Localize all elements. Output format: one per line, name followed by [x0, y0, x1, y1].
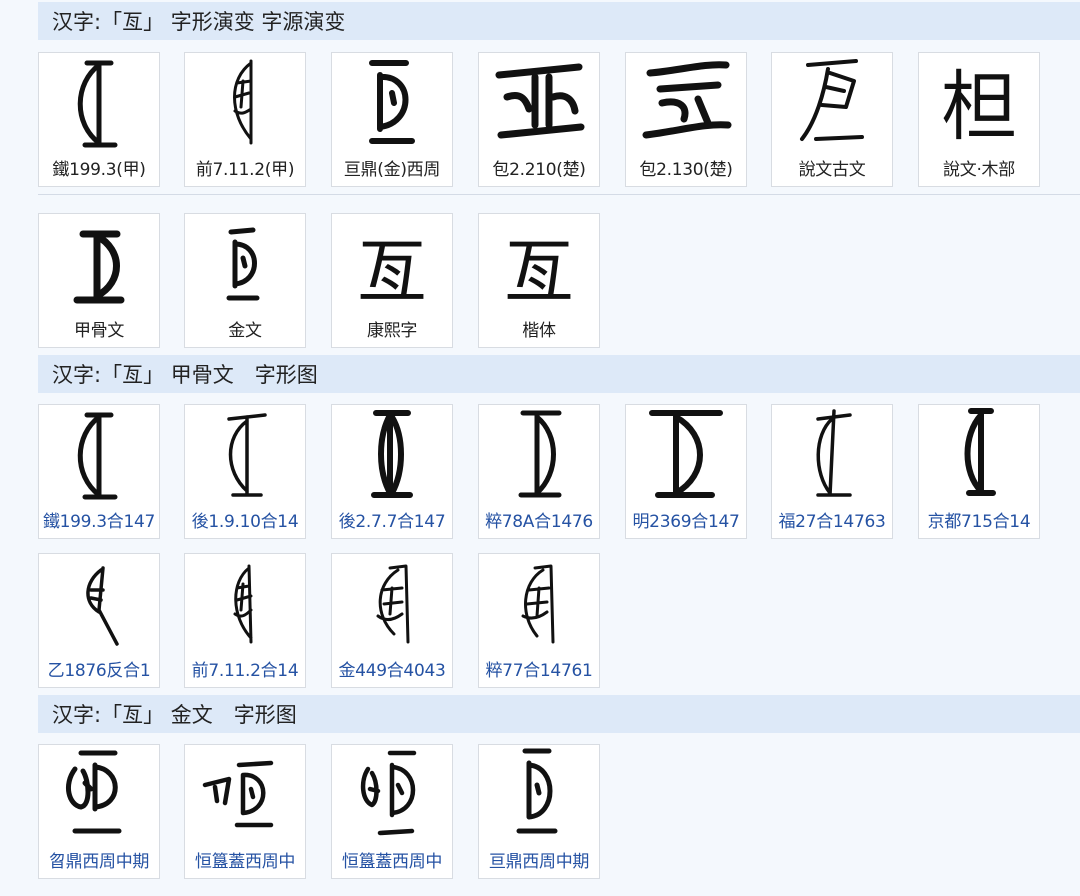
glyph-tile[interactable]: 甲骨文 [38, 213, 160, 348]
glyph-link-label[interactable]: 鐵199.3合147 [39, 507, 159, 532]
glyph-label: 康熙字 [366, 321, 418, 341]
glyph-tile[interactable]: 柦 說文‧木部 [918, 52, 1040, 187]
glyph-tile[interactable]: 亙 楷体 [478, 213, 600, 348]
chu-glyph-image [626, 53, 746, 153]
svg-text:亙: 亙 [504, 231, 574, 313]
glyph-label: 說文古文 [798, 160, 866, 180]
glyph-tile[interactable]: 金449合4043 [331, 553, 453, 688]
glyph-label: 金文 [228, 321, 262, 341]
glyph-tile[interactable]: 後1.9.10合14 [184, 404, 306, 539]
oracle-glyph-image [39, 53, 159, 153]
oracle-glyph-image [479, 554, 599, 654]
glyph-tile[interactable]: 亘鼎西周中期 [478, 744, 600, 879]
oracle-glyph-image [626, 405, 746, 505]
bronze-glyph-image [39, 745, 159, 845]
glyph-link-label[interactable]: 曶鼎西周中期 [39, 847, 159, 872]
glyph-label: 前7.11.2(甲) [195, 160, 295, 180]
glyph-label: 楷体 [522, 321, 556, 341]
glyph-tile[interactable]: 鐵199.3(甲) [38, 52, 160, 187]
glyph-tile[interactable]: 包2.130(楚) [625, 52, 747, 187]
glyph-label: 甲骨文 [73, 321, 125, 341]
glyph-label: 說文‧木部 [943, 160, 1015, 180]
bronze-glyph-image [332, 53, 452, 153]
glyph-tile[interactable]: 乙1876反合1 [38, 553, 160, 688]
oracle-glyph-image [185, 554, 305, 654]
glyph-link-label[interactable]: 明2369合147 [626, 507, 746, 532]
glyph-tile[interactable]: 說文古文 [771, 52, 893, 187]
oracle-glyph-image [185, 405, 305, 505]
glyph-tile[interactable]: 鐵199.3合147 [38, 404, 160, 539]
glyph-link-label[interactable]: 金449合4043 [332, 656, 452, 681]
bronze-glyph-image [479, 745, 599, 845]
oracle-glyph-image [772, 405, 892, 505]
section-title: 汉字:「亙」 甲骨文 字形图 [52, 363, 318, 387]
oracle-glyph-image [332, 554, 452, 654]
glyph-link-label[interactable]: 福27合14763 [772, 507, 892, 532]
glyph-tile[interactable]: 恒簋蓋西周中 [331, 744, 453, 879]
section-header-bronze: 汉字:「亙」 金文 字形图 [38, 695, 1080, 733]
glyph-tile[interactable]: 亙 康熙字 [331, 213, 453, 348]
chu-glyph-image [479, 53, 599, 153]
glyph-tile[interactable]: 福27合14763 [771, 404, 893, 539]
glyph-link-label[interactable]: 恒簋蓋西周中 [332, 847, 452, 872]
glyph-label: 鐵199.3(甲) [52, 160, 146, 180]
oracle-glyph-image [185, 53, 305, 153]
glyph-tile[interactable]: 亘鼎(金)西周 [331, 52, 453, 187]
section-title: 汉字:「亙」 字形演变 字源演变 [52, 10, 346, 34]
oracle-glyph-image [39, 554, 159, 654]
svg-text:亙: 亙 [357, 231, 427, 313]
glyph-tile[interactable]: 曶鼎西周中期 [38, 744, 160, 879]
glyph-link-label[interactable]: 後1.9.10合14 [185, 507, 305, 532]
bronze-glyph-image [332, 745, 452, 845]
glyph-label: 包2.210(楚) [492, 160, 586, 180]
glyph-link-label[interactable]: 亘鼎西周中期 [479, 847, 599, 872]
glyph-link-label[interactable]: 乙1876反合1 [39, 656, 159, 681]
glyph-tile[interactable]: 前7.11.2合14 [184, 553, 306, 688]
glyph-label: 包2.130(楚) [639, 160, 733, 180]
oracle-glyph-image [919, 405, 1039, 505]
glyph-link-label[interactable]: 前7.11.2合14 [185, 656, 305, 681]
row-divider [38, 194, 1080, 195]
section-header-oracle: 汉字:「亙」 甲骨文 字形图 [38, 355, 1080, 393]
glyph-tile[interactable]: 恒簋蓋西周中 [184, 744, 306, 879]
glyph-link-label[interactable]: 後2.7.7合147 [332, 507, 452, 532]
glyph-tile[interactable]: 包2.210(楚) [478, 52, 600, 187]
glyph-link-label[interactable]: 恒簋蓋西周中 [185, 847, 305, 872]
glyph-link-label[interactable]: 粹78A合1476 [479, 507, 599, 532]
section-title: 汉字:「亙」 金文 字形图 [52, 703, 297, 727]
svg-text:柦: 柦 [941, 62, 1017, 151]
glyph-tile[interactable]: 明2369合147 [625, 404, 747, 539]
oracle-glyph-image [39, 214, 159, 314]
glyph-tile[interactable]: 粹77合14761 [478, 553, 600, 688]
shuowen-guwen-glyph-image [772, 53, 892, 153]
glyph-tile[interactable]: 後2.7.7合147 [331, 404, 453, 539]
glyph-tile[interactable]: 金文 [184, 213, 306, 348]
glyph-tile[interactable]: 粹78A合1476 [478, 404, 600, 539]
oracle-glyph-image [39, 405, 159, 505]
kaishu-glyph-image: 亙 [479, 214, 599, 314]
oracle-glyph-image [479, 405, 599, 505]
bronze-glyph-image [185, 214, 305, 314]
seal-glyph-image: 柦 [919, 53, 1039, 153]
glyph-tile[interactable]: 前7.11.2(甲) [184, 52, 306, 187]
glyph-link-label[interactable]: 粹77合14761 [479, 656, 599, 681]
kangxi-glyph-image: 亙 [332, 214, 452, 314]
glyph-label: 亘鼎(金)西周 [343, 160, 441, 180]
oracle-glyph-image [332, 405, 452, 505]
glyph-tile[interactable]: 京都715合14 [918, 404, 1040, 539]
bronze-glyph-image [185, 745, 305, 845]
section-header-evolution: 汉字:「亙」 字形演变 字源演变 [38, 2, 1080, 40]
glyph-link-label[interactable]: 京都715合14 [919, 507, 1039, 532]
